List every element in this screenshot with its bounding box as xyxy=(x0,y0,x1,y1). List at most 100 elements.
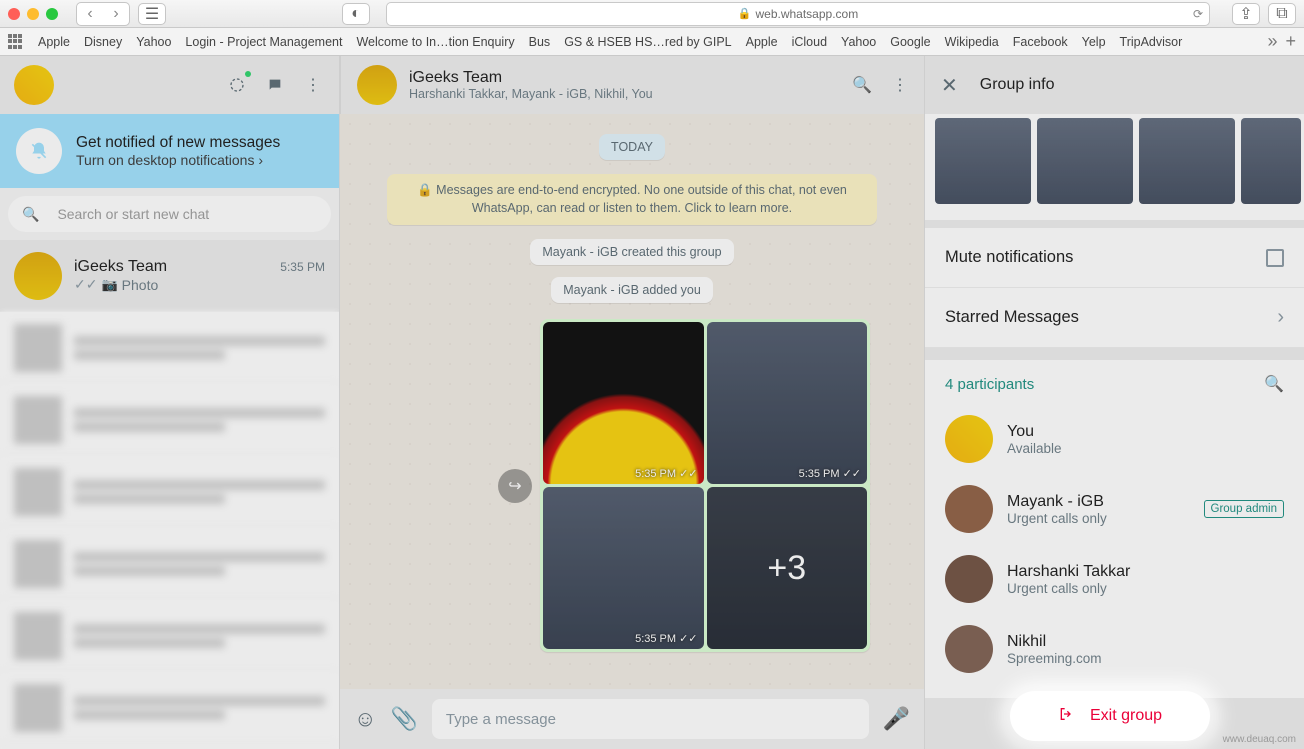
chat-sidebar: ⋮ Get notified of new messages Turn on d… xyxy=(0,56,340,749)
bookmark-item[interactable]: GS & HSEB HS…red by GIPL xyxy=(564,35,731,49)
system-message: Mayank - iGB created this group xyxy=(530,239,733,265)
group-avatar xyxy=(357,65,397,105)
bookmarks-overflow[interactable]: » xyxy=(1267,31,1277,52)
search-input[interactable]: 🔍 Search or start new chat xyxy=(8,196,331,232)
forward-button[interactable]: › xyxy=(103,3,129,25)
back-button[interactable]: ‹ xyxy=(77,3,103,25)
maximize-window[interactable] xyxy=(46,8,58,20)
bookmark-item[interactable]: TripAdvisor xyxy=(1120,35,1183,49)
bell-icon xyxy=(16,128,62,174)
sidebar-header: ⋮ xyxy=(0,56,339,114)
chat-item-active[interactable]: iGeeks Team 5:35 PM ✓✓ 📷 Photo xyxy=(0,240,339,312)
search-participants-icon[interactable]: 🔍 xyxy=(1264,374,1284,394)
chat-header[interactable]: iGeeks Team Harshanki Takkar, Mayank - i… xyxy=(340,56,924,114)
exit-group-button[interactable]: Exit group xyxy=(1010,691,1210,741)
bookmark-item[interactable]: Disney xyxy=(84,35,122,49)
share-button[interactable]: ⇪ xyxy=(1232,3,1260,25)
chat-item-blurred[interactable] xyxy=(0,600,339,672)
media-thumb[interactable] xyxy=(1037,118,1133,204)
camera-icon: 📷 xyxy=(101,277,117,293)
close-panel-icon[interactable]: ✕ xyxy=(941,73,958,98)
participant-row[interactable]: Mayank - iGBUrgent calls only Group admi… xyxy=(925,474,1304,544)
starred-row[interactable]: Starred Messages › xyxy=(925,288,1304,348)
media-thumb[interactable] xyxy=(1241,118,1301,204)
participant-count: 4 participants xyxy=(945,376,1034,393)
media-thumb[interactable] xyxy=(935,118,1031,204)
participant-row[interactable]: Harshanki TakkarUrgent calls only xyxy=(925,544,1304,614)
participant-row[interactable]: YouAvailable xyxy=(925,404,1304,474)
bookmark-item[interactable]: Yahoo xyxy=(136,35,171,49)
participant-avatar xyxy=(945,485,993,533)
message-input[interactable]: Type a message xyxy=(432,699,869,739)
menu-icon[interactable]: ⋮ xyxy=(301,73,325,97)
bookmark-item[interactable]: Apple xyxy=(746,35,778,49)
chat-item-blurred[interactable] xyxy=(0,456,339,528)
mute-checkbox[interactable] xyxy=(1266,249,1284,267)
bookmark-item[interactable]: Login - Project Management xyxy=(185,35,342,49)
url-text: web.whatsapp.com xyxy=(755,7,858,21)
message-composer: ☺ 📎 Type a message 🎤 xyxy=(340,689,924,749)
profile-avatar[interactable] xyxy=(14,65,54,105)
sidebar-toggle[interactable]: ☰ xyxy=(138,3,166,25)
chat-menu-icon[interactable]: ⋮ xyxy=(892,75,908,95)
new-chat-icon[interactable] xyxy=(263,73,287,97)
bookmark-item[interactable]: Bus xyxy=(529,35,551,49)
gallery-image[interactable]: 5:35 PM✓✓ xyxy=(543,487,704,649)
forward-icon[interactable]: ↪ xyxy=(498,469,532,503)
privacy-button[interactable]: ◐ xyxy=(342,3,370,25)
tabs-button[interactable]: ⧉ xyxy=(1268,3,1296,25)
close-window[interactable] xyxy=(8,8,20,20)
reload-icon[interactable]: ⟳ xyxy=(1193,7,1203,21)
media-thumb[interactable] xyxy=(1139,118,1235,204)
participants-section: 4 participants 🔍 YouAvailable Mayank - i… xyxy=(925,360,1304,698)
chat-item-blurred[interactable] xyxy=(0,672,339,744)
participant-row[interactable]: NikhilSpreeming.com xyxy=(925,614,1304,684)
chat-time: 5:35 PM xyxy=(280,260,325,274)
address-bar[interactable]: 🔒 web.whatsapp.com ⟳ xyxy=(386,2,1210,26)
bookmark-item[interactable]: iCloud xyxy=(792,35,827,49)
notification-banner[interactable]: Get notified of new messages Turn on des… xyxy=(0,114,339,188)
emoji-icon[interactable]: ☺ xyxy=(354,706,376,732)
bookmark-item[interactable]: Google xyxy=(890,35,930,49)
read-ticks-icon: ✓✓ xyxy=(74,276,97,293)
bookmark-item[interactable]: Yahoo xyxy=(841,35,876,49)
search-container: 🔍 Search or start new chat xyxy=(0,188,339,240)
bookmark-item[interactable]: Apple xyxy=(38,35,70,49)
chat-preview: Photo xyxy=(122,277,159,293)
group-members: Harshanki Takkar, Mayank - iGB, Nikhil, … xyxy=(409,87,653,101)
notify-subtitle[interactable]: Turn on desktop notifications › xyxy=(76,152,280,168)
media-section[interactable] xyxy=(925,114,1304,228)
nav-buttons: ‹ › xyxy=(76,2,130,26)
apps-grid-icon[interactable] xyxy=(8,34,24,50)
attach-icon[interactable]: 📎 xyxy=(390,706,417,732)
watermark: www.deuaq.com xyxy=(1223,734,1296,745)
chat-item-blurred[interactable] xyxy=(0,312,339,384)
image-gallery-message[interactable]: ↪ 5:35 PM✓✓ 5:35 PM✓✓ 5:35 PM✓✓ +3 xyxy=(540,319,870,652)
encryption-notice[interactable]: 🔒 Messages are end-to-end encrypted. No … xyxy=(387,174,877,225)
lock-icon: 🔒 xyxy=(738,7,752,20)
system-message: Mayank - iGB added you xyxy=(551,277,713,303)
group-title: iGeeks Team xyxy=(409,69,653,87)
gallery-image[interactable]: 5:35 PM✓✓ xyxy=(707,322,868,484)
bookmark-item[interactable]: Facebook xyxy=(1013,35,1068,49)
panel-title: Group info xyxy=(980,76,1055,94)
gallery-image[interactable]: 5:35 PM✓✓ xyxy=(543,322,704,484)
chat-main: iGeeks Team Harshanki Takkar, Mayank - i… xyxy=(340,56,924,749)
mute-row[interactable]: Mute notifications xyxy=(925,228,1304,288)
new-tab-button[interactable]: + xyxy=(1285,31,1296,52)
chat-messages: TODAY 🔒 Messages are end-to-end encrypte… xyxy=(340,114,924,689)
chat-item-blurred[interactable] xyxy=(0,528,339,600)
gallery-image-more[interactable]: +3 xyxy=(707,487,868,649)
exit-icon xyxy=(1058,706,1074,727)
bookmark-item[interactable]: Yelp xyxy=(1082,35,1106,49)
participant-avatar xyxy=(945,415,993,463)
bookmark-item[interactable]: Wikipedia xyxy=(945,35,999,49)
status-icon[interactable] xyxy=(225,73,249,97)
mic-icon[interactable]: 🎤 xyxy=(883,706,910,732)
search-in-chat-icon[interactable]: 🔍 xyxy=(852,75,872,95)
chat-item-blurred[interactable] xyxy=(0,384,339,456)
minimize-window[interactable] xyxy=(27,8,39,20)
panel-header: ✕ Group info xyxy=(925,56,1304,114)
bookmark-item[interactable]: Welcome to In…tion Enquiry xyxy=(356,35,514,49)
participant-avatar xyxy=(945,625,993,673)
